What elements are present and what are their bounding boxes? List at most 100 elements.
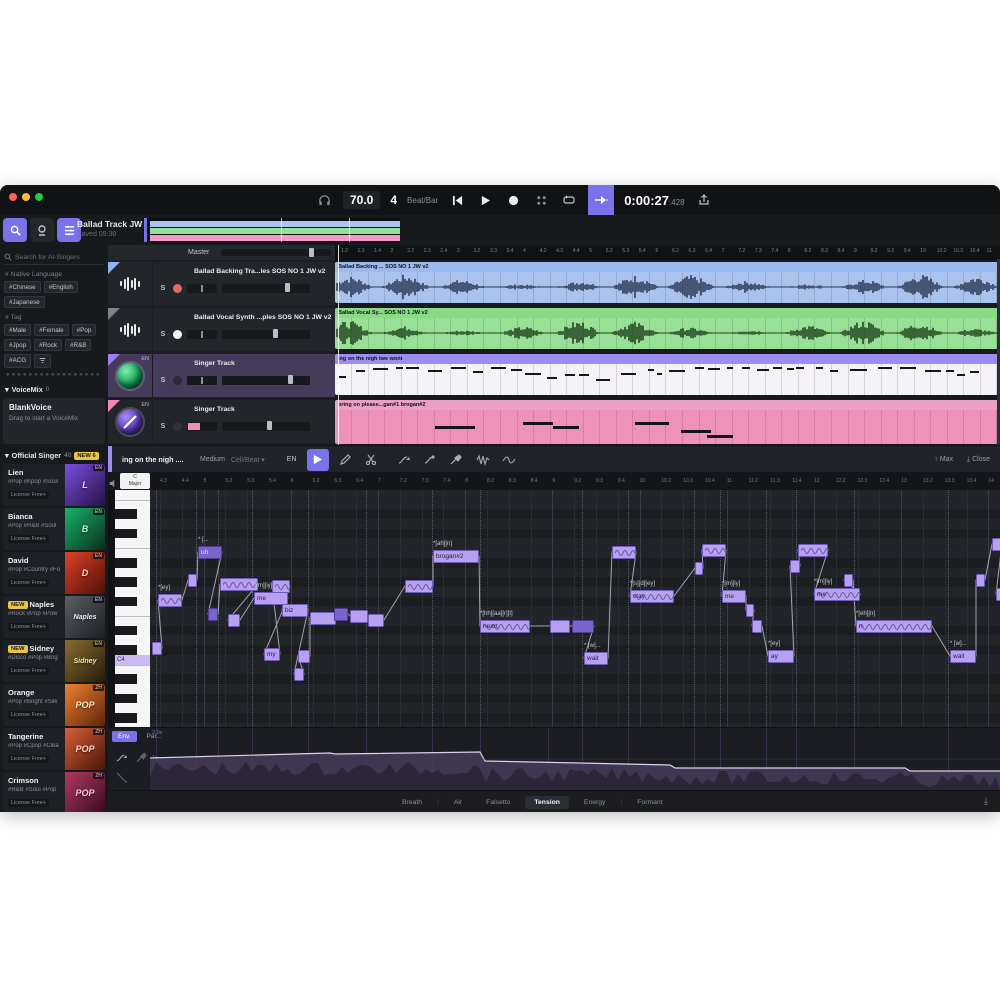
time-display[interactable]: 0:00:27:428 <box>624 193 684 208</box>
note[interactable]: ay <box>768 650 794 663</box>
singer-card[interactable]: POPZHOrange#Pop #Bright #SilkLicense Fre… <box>3 684 105 726</box>
clip-singer-track-2[interactable]: bring on please...gan#1 brogan#2 <box>335 400 998 444</box>
language-tag-chip[interactable]: #Chinese <box>4 281 41 293</box>
search-input[interactable]: Search for AI-Singers <box>4 250 104 265</box>
note[interactable] <box>996 588 1000 601</box>
singer-library-button[interactable] <box>3 218 27 242</box>
mute-dot[interactable] <box>173 422 182 431</box>
mute-dot[interactable] <box>173 330 182 339</box>
tag-chip[interactable]: #Pop <box>72 324 97 336</box>
language-tag-chip[interactable]: #Japanese <box>4 296 45 308</box>
solo-button[interactable]: S <box>158 331 168 338</box>
volume-slider[interactable] <box>222 422 310 431</box>
note[interactable] <box>702 544 726 557</box>
singer-card[interactable]: DENDavid#Pop #Country #FoLicense Free+ <box>3 552 105 594</box>
blankvoice-card[interactable]: BlankVoice Drag to start a VoiceMix <box>3 398 105 444</box>
note[interactable]: brogan#2 <box>433 550 479 563</box>
language-selector[interactable]: EN <box>287 456 297 463</box>
note[interactable] <box>844 574 853 587</box>
note[interactable] <box>310 612 336 625</box>
tag-chip[interactable]: #Female <box>34 324 69 336</box>
arrange-area[interactable]: 1.21.31.422.22.32.433.23.33.444.24.34.45… <box>335 245 1000 445</box>
black-key[interactable] <box>115 674 137 684</box>
note[interactable] <box>208 608 218 621</box>
volume-handle[interactable] <box>267 421 272 430</box>
grid-selector[interactable]: Cell/Beat ▾ <box>231 456 265 464</box>
singer-card[interactable]: SidneyENNEWSidney#Disco #Pop #BrigLicens… <box>3 640 105 682</box>
note[interactable] <box>188 574 197 587</box>
note[interactable] <box>158 594 182 607</box>
pan-slider[interactable] <box>187 422 217 431</box>
note[interactable]: me <box>722 590 746 603</box>
note[interactable]: uh <box>198 546 222 559</box>
pianoroll-editor[interactable]: C Major 4.34.455.25.35.466.26.36.477.27.… <box>108 472 1000 727</box>
solo-button[interactable]: S <box>158 423 168 430</box>
tag-chip[interactable]: #Male <box>4 324 31 336</box>
c4-key[interactable]: C4 <box>115 655 150 665</box>
bpm-value[interactable]: 70.0 <box>343 191 380 209</box>
official-singer-section-header[interactable]: ▾ Official Singer 40 NEW 6 <box>5 451 103 460</box>
tag-chip[interactable]: #Rock <box>34 339 62 351</box>
pointer-tool-button[interactable] <box>307 449 329 471</box>
quality-selector[interactable]: Medium <box>200 456 225 463</box>
black-key[interactable] <box>115 694 137 704</box>
pencil-tool-button[interactable] <box>335 450 355 470</box>
track-name[interactable]: Ballad Backing Tra...les SOS NO 1 JW v2 <box>194 268 334 275</box>
collapse-panel-icon[interactable]: ⤓ <box>984 796 988 807</box>
volume-handle[interactable] <box>273 329 278 338</box>
monitor-icon[interactable] <box>315 191 333 209</box>
note[interactable] <box>152 642 162 655</box>
vibrato-tool-button[interactable] <box>473 450 493 470</box>
clip-ballad-backing[interactable]: Ballad Backing ... SOS NO 1 JW v2 <box>335 262 998 303</box>
param-brush-tool[interactable] <box>134 750 150 766</box>
track-name[interactable]: Singer Track <box>194 360 334 367</box>
track-name[interactable]: Singer Track <box>194 406 334 413</box>
filter-icon[interactable] <box>34 354 51 368</box>
close-window-button[interactable] <box>9 193 17 201</box>
singer-card[interactable]: BENBianca#Pop #R&B #SoulLicense Free+ <box>3 508 105 550</box>
black-key[interactable] <box>115 597 137 607</box>
key-signature-button[interactable]: C Major <box>120 473 150 489</box>
note[interactable]: wait <box>950 650 976 663</box>
tag-chip[interactable]: #Jpop <box>4 339 31 351</box>
master-volume-slider[interactable] <box>221 249 331 256</box>
piano-keyboard[interactable]: C4 <box>115 490 150 727</box>
maximize-editor-button[interactable]: ↑ Max <box>934 456 953 463</box>
pan-slider[interactable] <box>187 284 217 293</box>
note[interactable] <box>790 560 800 573</box>
note[interactable]: wait <box>584 652 608 665</box>
metronome-icon[interactable] <box>532 191 550 209</box>
note[interactable] <box>572 620 594 633</box>
note[interactable] <box>746 604 754 617</box>
black-key[interactable] <box>115 645 137 655</box>
volume-handle[interactable] <box>288 375 293 384</box>
note[interactable] <box>798 544 828 557</box>
note[interactable]: biz <box>282 604 308 617</box>
tag-chip[interactable]: #ACG <box>4 354 31 368</box>
singer-card[interactable]: POPZHTangerine#Pop #Cpop #CleaLicense Fr… <box>3 728 105 770</box>
mute-dot[interactable] <box>173 284 182 293</box>
pan-slider[interactable] <box>187 376 217 385</box>
note[interactable]: heart <box>480 620 530 633</box>
project-overview-strip[interactable] <box>143 218 400 242</box>
smooth-tool-button[interactable] <box>499 450 519 470</box>
pianoroll-ruler[interactable]: 4.34.455.25.35.466.26.36.477.27.37.488.2… <box>150 472 1000 491</box>
autoscroll-button[interactable] <box>588 185 614 215</box>
param-type-tab-breath[interactable]: Breath <box>393 796 431 809</box>
note[interactable] <box>550 620 570 633</box>
volume-slider[interactable] <box>222 330 310 339</box>
black-key[interactable] <box>115 577 137 587</box>
note[interactable]: n <box>856 620 932 633</box>
solo-button[interactable]: S <box>158 377 168 384</box>
note[interactable]: my <box>264 648 280 661</box>
zoom-window-button[interactable] <box>35 193 43 201</box>
param-tab[interactable]: Env. <box>112 731 137 742</box>
clip-ballad-vocal[interactable]: Ballad Vocal Sy... SOS NO 1 JW v2 <box>335 308 998 349</box>
param-type-tab-air[interactable]: Air <box>445 796 471 809</box>
pitch-draw-tool-button[interactable] <box>395 450 415 470</box>
param-type-tab-falsetto[interactable]: Falsetto <box>477 796 519 809</box>
note[interactable]: me <box>814 588 860 601</box>
param-type-tab-energy[interactable]: Energy <box>575 796 615 809</box>
record-button[interactable] <box>504 191 522 209</box>
scissors-tool-button[interactable] <box>361 450 381 470</box>
